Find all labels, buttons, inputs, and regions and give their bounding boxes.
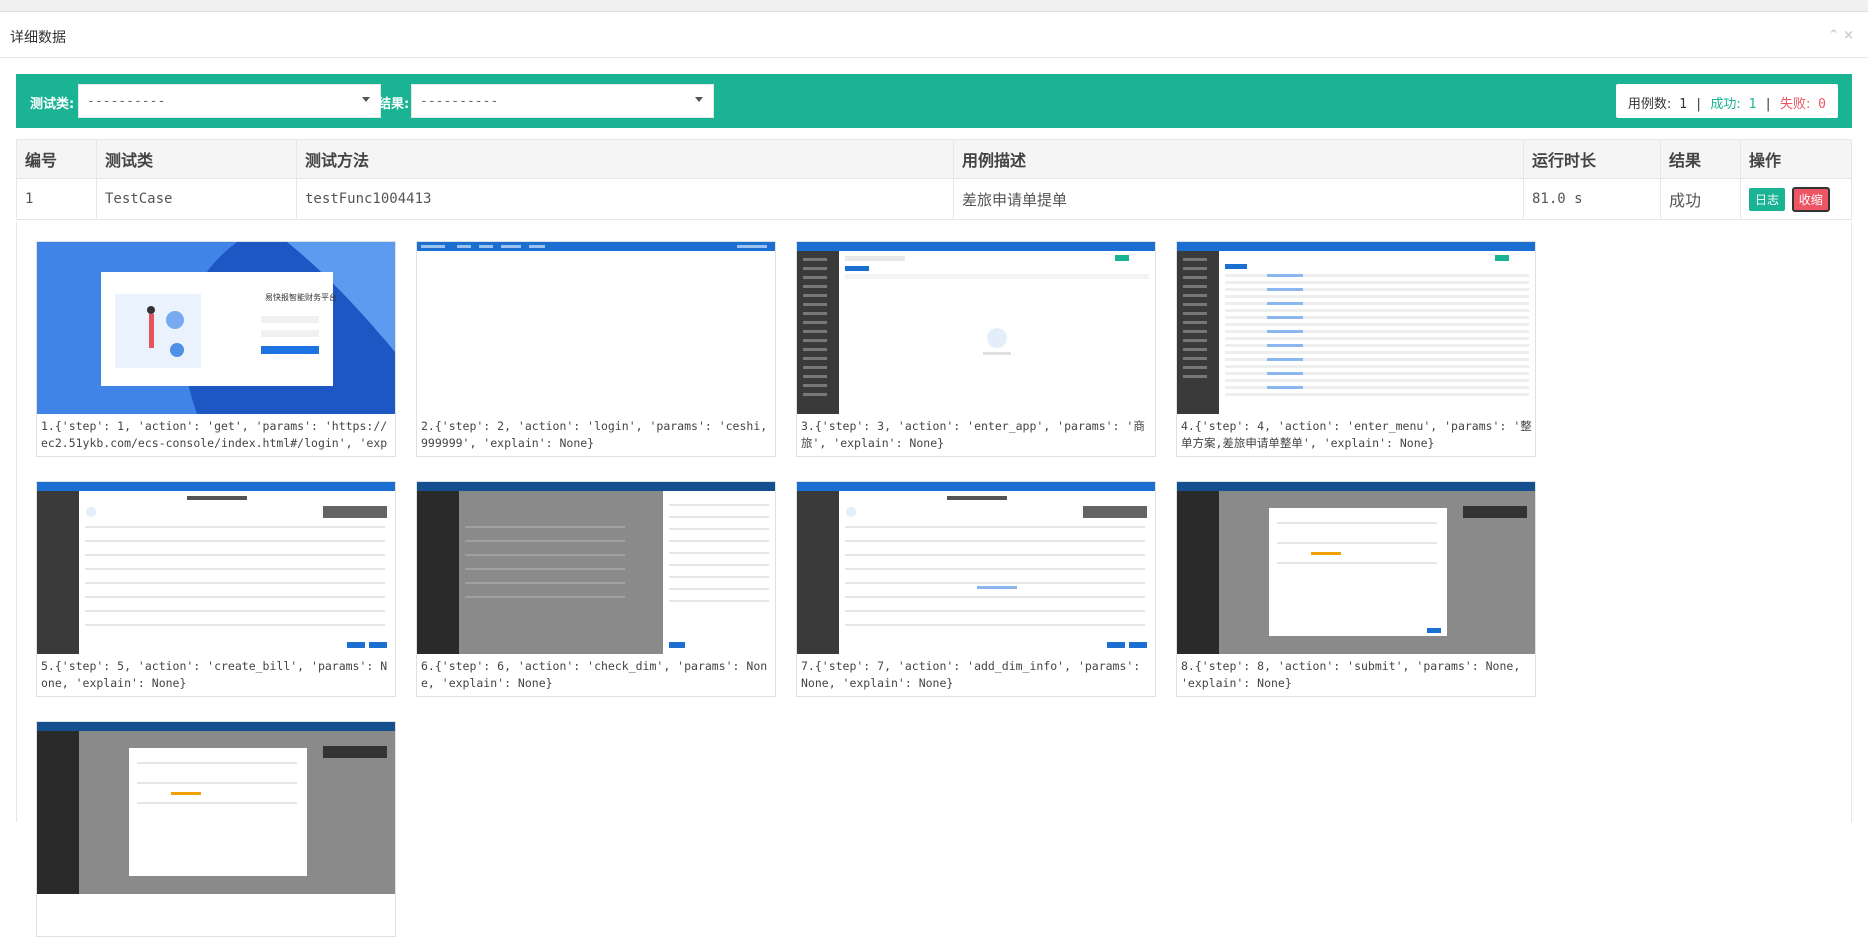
screenshot-thumb-2	[417, 242, 775, 414]
total-count: 1	[1679, 97, 1687, 112]
screenshot-thumb-9	[37, 722, 395, 894]
screenshot-caption-3: 3.{'step': 3, 'action': 'enter_app', 'pa…	[801, 419, 1145, 450]
col-header-class: 测试类	[96, 139, 297, 179]
result-select[interactable]: ----------	[411, 84, 714, 118]
cell-id: 1	[16, 178, 97, 220]
screenshot-caption-4: 4.{'step': 4, 'action': 'enter_menu', 'p…	[1181, 419, 1532, 450]
panel-tools: ⌃×	[1828, 28, 1858, 43]
screenshot-caption-1: 1.{'step': 1, 'action': 'get', 'params':…	[41, 419, 388, 454]
top-strip	[0, 0, 1868, 12]
collapse-chevron-icon[interactable]: ⌃	[1828, 28, 1843, 43]
screenshot-caption-2: 2.{'step': 2, 'action': 'login', 'params…	[421, 419, 768, 450]
cell-duration: 81.0 s	[1523, 178, 1661, 220]
test-class-select[interactable]: ----------	[78, 84, 381, 118]
cell-method: testFunc1004413	[296, 178, 954, 220]
cell-desc: 差旅申请单提单	[953, 178, 1524, 220]
screenshot-caption-8: 8.{'step': 8, 'action': 'submit', 'param…	[1181, 659, 1521, 690]
success-count: 1	[1748, 97, 1757, 112]
test-class-value: ----------	[87, 94, 166, 109]
results-table: 编号 测试类 测试方法 用例描述 运行时长 结果 操作 1 TestCase t…	[16, 139, 1852, 220]
screenshot-caption-7: 7.{'step': 7, 'action': 'add_dim_info', …	[801, 659, 1141, 690]
screenshot-card-2[interactable]: 2.{'step': 2, 'action': 'login', 'params…	[416, 241, 776, 457]
screenshot-thumb-1: 易快报智能财务平台	[37, 242, 395, 414]
screenshot-thumb-3	[797, 242, 1155, 414]
screenshot-card-4[interactable]: 4.{'step': 4, 'action': 'enter_menu', 'p…	[1176, 241, 1536, 457]
total-label: 用例数:	[1627, 97, 1672, 112]
col-header-id: 编号	[16, 139, 97, 179]
panel-header: 详细数据 ⌃×	[0, 14, 1868, 58]
table-header-row: 编号 测试类 测试方法 用例描述 运行时长 结果 操作	[16, 139, 1852, 179]
screenshot-thumb-5	[37, 482, 395, 654]
screenshot-card-8[interactable]: 8.{'step': 8, 'action': 'submit', 'param…	[1176, 481, 1536, 697]
screenshot-detail-area: 易快报智能财务平台 1.{'step': 1, 'action': 'get',…	[16, 222, 1852, 937]
stats-box: 用例数: 1 | 成功: 1 | 失败: 0	[1615, 84, 1838, 118]
screenshot-caption-9	[41, 898, 393, 934]
cell-result: 成功	[1660, 178, 1741, 220]
chevron-down-icon	[695, 97, 703, 102]
col-header-duration: 运行时长	[1523, 139, 1661, 179]
screenshot-thumb-7	[797, 482, 1155, 654]
screenshot-caption-5: 5.{'step': 5, 'action': 'create_bill', '…	[41, 659, 388, 690]
close-icon[interactable]: ×	[1843, 28, 1858, 43]
login-title: 易快报智能财务平台	[265, 292, 337, 302]
screenshot-card-6[interactable]: 6.{'step': 6, 'action': 'check_dim', 'pa…	[416, 481, 776, 697]
col-header-actions: 操作	[1740, 139, 1852, 179]
screenshot-thumb-8	[1177, 482, 1535, 654]
result-value: ----------	[420, 94, 499, 109]
screenshot-card-5[interactable]: 5.{'step': 5, 'action': 'create_bill', '…	[36, 481, 396, 697]
success-label: 成功:	[1710, 97, 1741, 112]
collapse-button[interactable]: 收缩	[1791, 186, 1830, 212]
col-header-result: 结果	[1660, 139, 1741, 179]
filter-bar: 测试类: ---------- 结果: ---------- 用例数: 1 | …	[16, 74, 1852, 128]
screenshot-card-3[interactable]: 3.{'step': 3, 'action': 'enter_app', 'pa…	[796, 241, 1156, 457]
screenshot-thumb-4	[1177, 242, 1535, 414]
panel-title: 详细数据	[10, 30, 66, 46]
result-label: 结果:	[378, 97, 410, 112]
screenshot-card-7[interactable]: 7.{'step': 7, 'action': 'add_dim_info', …	[796, 481, 1156, 697]
fail-label: 失败:	[1779, 97, 1811, 112]
cell-actions: 日志 收缩	[1740, 178, 1852, 220]
fail-count: 0	[1818, 97, 1826, 112]
col-header-method: 测试方法	[296, 139, 954, 179]
screenshot-card-1[interactable]: 易快报智能财务平台 1.{'step': 1, 'action': 'get',…	[36, 241, 396, 457]
cell-class: TestCase	[96, 178, 297, 220]
screenshot-card-9[interactable]	[36, 721, 396, 937]
col-header-desc: 用例描述	[953, 139, 1524, 179]
table-row: 1 TestCase testFunc1004413 差旅申请单提单 81.0 …	[16, 178, 1852, 220]
log-button[interactable]: 日志	[1749, 187, 1786, 211]
screenshot-caption-6: 6.{'step': 6, 'action': 'check_dim', 'pa…	[421, 659, 768, 690]
test-class-label: 测试类:	[30, 97, 75, 112]
chevron-down-icon	[362, 97, 370, 102]
screenshot-thumb-6	[417, 482, 775, 654]
